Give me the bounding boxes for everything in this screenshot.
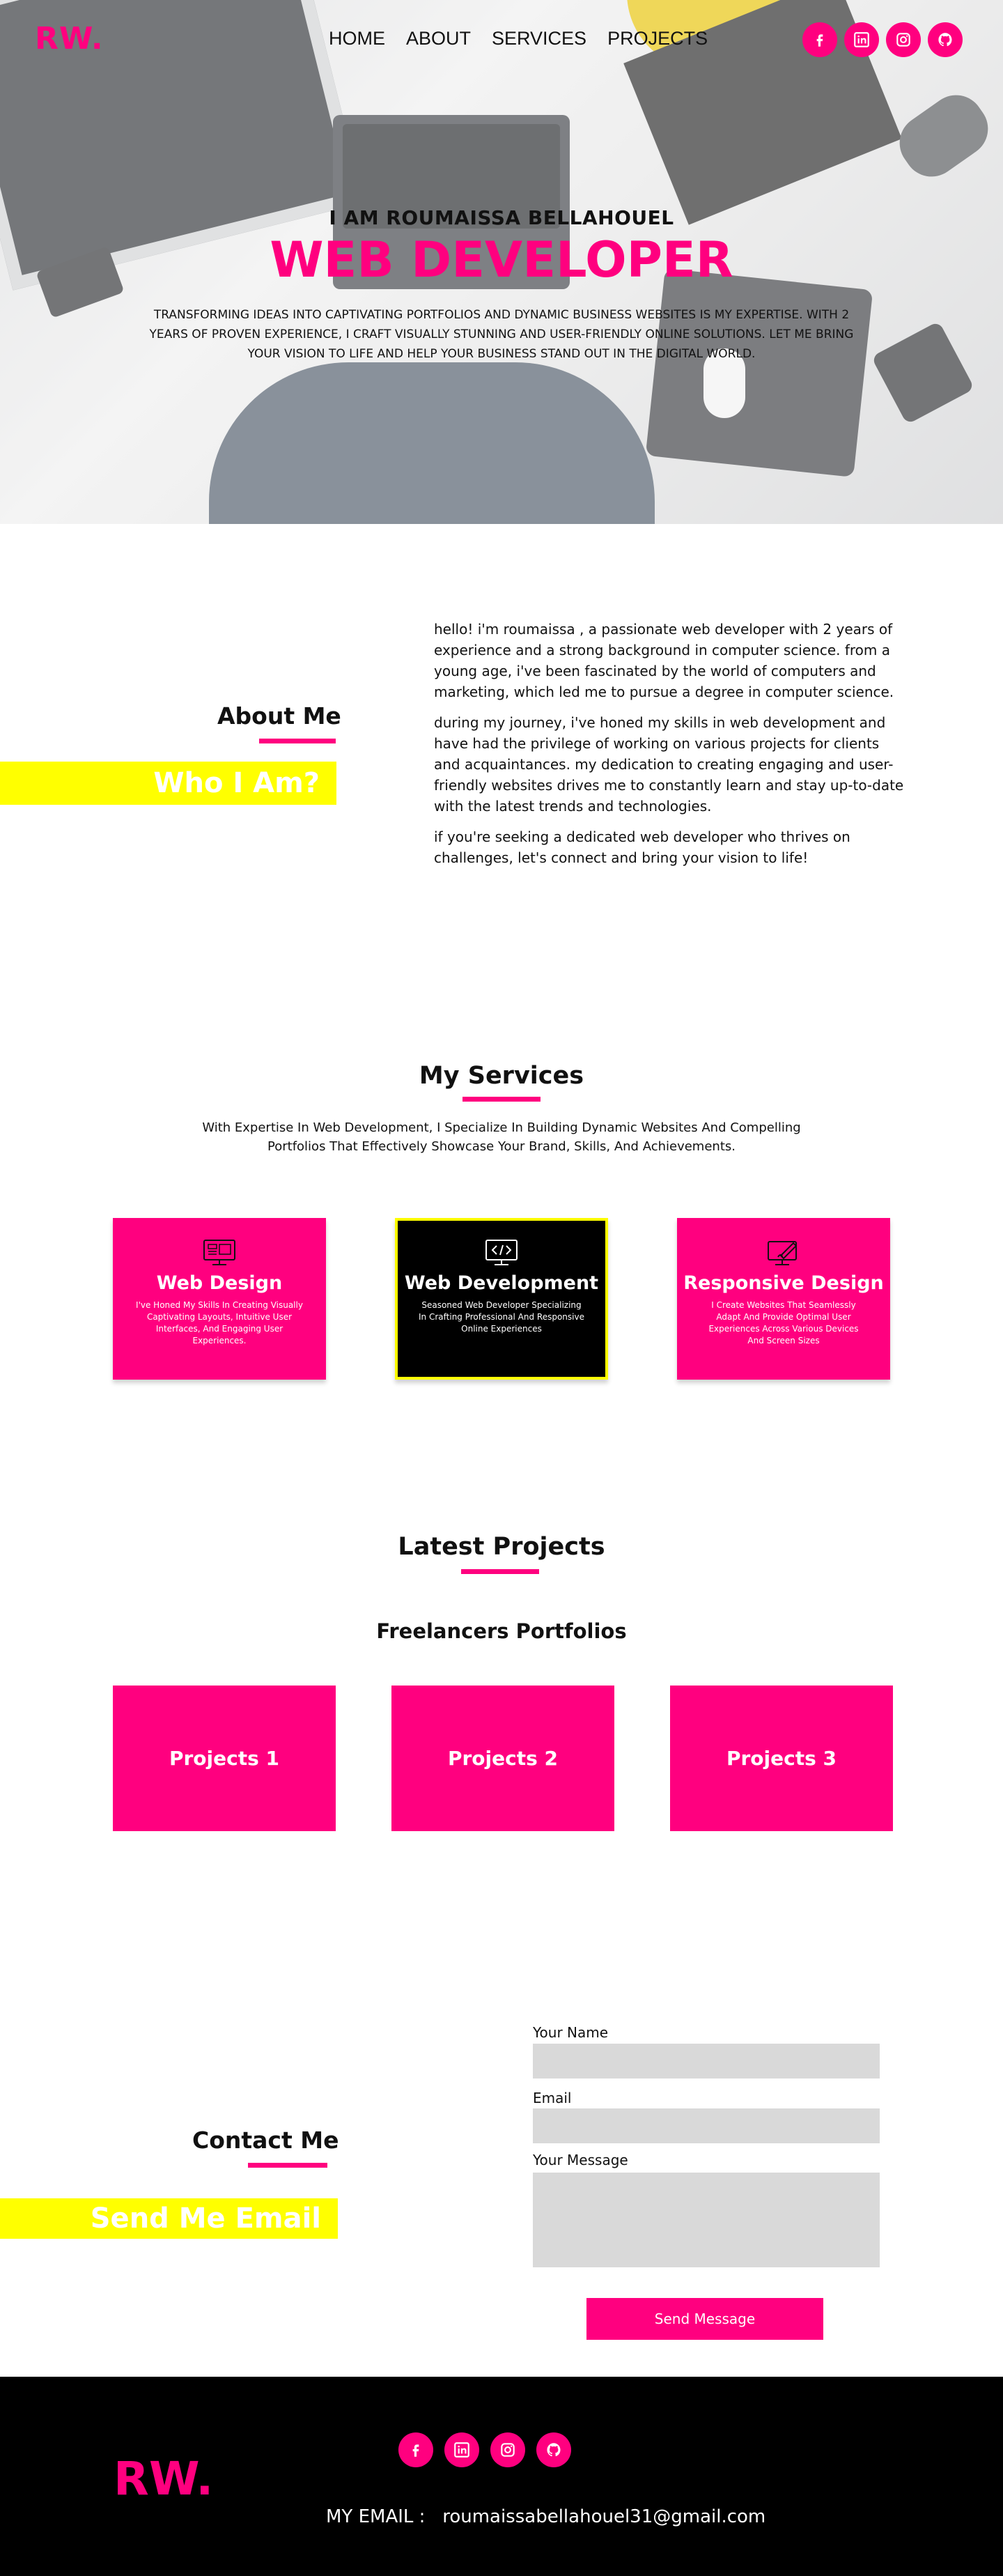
name-field[interactable] <box>533 2044 880 2078</box>
projects-underline <box>461 1569 539 1574</box>
email-label: Email <box>533 2090 572 2106</box>
service-card-web-development[interactable]: Web Development Seasoned Web Developer S… <box>395 1218 608 1380</box>
contact-heading: Contact Me <box>192 2127 339 2154</box>
about-text: hello! i'm roumaissa , a passionate web … <box>434 619 908 878</box>
service-card-text: Seasoned Web Developer Specializing In C… <box>419 1300 584 1334</box>
hero-title: WEB DEVELOPER <box>270 231 733 288</box>
web-design-icon <box>203 1240 235 1265</box>
instagram-icon[interactable] <box>490 2432 525 2467</box>
responsive-design-icon <box>768 1241 798 1265</box>
nav-home[interactable]: HOME <box>329 28 385 49</box>
nav-services[interactable]: SERVICES <box>492 28 586 49</box>
contact-tag-band: Send Me Email <box>0 2198 338 2239</box>
nav-projects[interactable]: PROJECTS <box>607 28 708 49</box>
service-card-web-design[interactable]: Web Design I've Honed My Skills In Creat… <box>113 1218 326 1380</box>
header-social-links <box>802 22 963 57</box>
service-card-title: Web Development <box>404 1272 599 1294</box>
about-heading: About Me <box>217 702 341 730</box>
about-tag: Who I Am? <box>153 767 320 799</box>
service-card-title: Responsive Design <box>683 1272 884 1294</box>
instagram-icon[interactable] <box>886 22 921 57</box>
project-card[interactable]: Projects 3 <box>670 1686 893 1831</box>
github-icon[interactable] <box>536 2432 571 2467</box>
linkedin-icon[interactable] <box>444 2432 479 2467</box>
footer: RW. MY EMAIL : roumaissabellahouel31@gma… <box>0 2377 1003 2576</box>
services-heading: My Services <box>419 1062 584 1090</box>
message-field[interactable] <box>533 2173 880 2267</box>
contact-underline <box>248 2163 327 2168</box>
message-label: Your Message <box>533 2152 628 2168</box>
service-card-text: I Create Websites That Seamlessly Adapt … <box>708 1300 859 1345</box>
main-nav: HOME ABOUT SERVICES PROJECTS <box>329 28 729 49</box>
send-message-button[interactable]: Send Message <box>586 2298 823 2340</box>
hero-section: RW. HOME ABOUT SERVICES PROJECTS I AM RO… <box>0 0 1003 524</box>
footer-logo[interactable]: RW. <box>114 2452 213 2506</box>
service-card-title: Web Design <box>156 1272 283 1294</box>
contact-tag: Send Me Email <box>90 2203 321 2235</box>
project-card[interactable]: Projects 2 <box>391 1686 614 1831</box>
projects-subheading: Freelancers Portfolios <box>376 1619 627 1643</box>
about-paragraph: during my journey, i've honed my skills … <box>434 714 904 815</box>
service-card-responsive-design[interactable]: Responsive Design I Create Websites That… <box>677 1218 890 1380</box>
about-paragraph: hello! i'm roumaissa , a passionate web … <box>434 621 894 700</box>
name-label: Your Name <box>533 2024 609 2041</box>
footer-social-links <box>398 2432 571 2467</box>
about-underline <box>259 739 336 743</box>
email-field[interactable] <box>533 2108 880 2143</box>
linkedin-icon[interactable] <box>844 22 879 57</box>
code-icon <box>485 1240 518 1265</box>
about-tag-band: Who I Am? <box>0 762 336 805</box>
facebook-icon[interactable] <box>398 2432 433 2467</box>
facebook-icon[interactable] <box>802 22 837 57</box>
nav-about[interactable]: ABOUT <box>406 28 471 49</box>
service-card-text: I've Honed My Skills In Creating Visuall… <box>136 1300 303 1345</box>
project-card[interactable]: Projects 1 <box>113 1686 336 1831</box>
services-description: With Expertise In Web Development, I Spe… <box>202 1120 801 1154</box>
about-paragraph: if you're seeking a dedicated web develo… <box>434 828 850 866</box>
hero-description: Transforming ideas into captivating port… <box>149 308 854 361</box>
projects-heading: Latest Projects <box>398 1533 605 1561</box>
logo[interactable]: RW. <box>35 21 104 56</box>
github-icon[interactable] <box>928 22 963 57</box>
services-underline <box>462 1097 541 1102</box>
footer-email[interactable]: MY EMAIL : roumaissabellahouel31@gmail.c… <box>326 2506 765 2527</box>
hero-subtitle: I AM ROUMAISSA BELLAHOUEL <box>329 206 674 229</box>
